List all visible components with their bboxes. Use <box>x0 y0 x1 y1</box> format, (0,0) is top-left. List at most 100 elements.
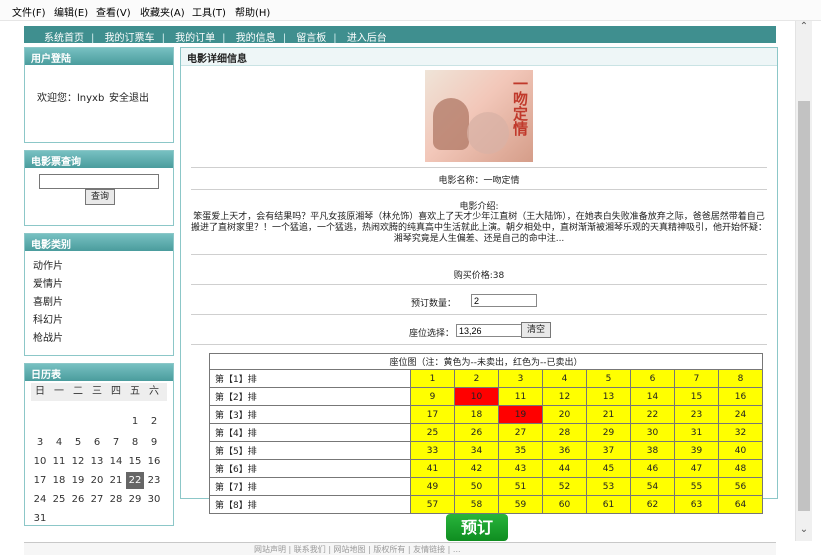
seat-31[interactable]: 31 <box>674 423 719 442</box>
seat-15[interactable]: 15 <box>674 387 719 406</box>
calendar-day[interactable]: 17 <box>31 472 49 489</box>
calendar-day[interactable]: 1 <box>126 413 144 430</box>
nav-cart[interactable]: 我的订票车 <box>105 33 155 44</box>
query-input[interactable] <box>39 174 159 189</box>
menu-favorites[interactable]: 收藏夹(A) <box>140 4 185 19</box>
calendar-day[interactable]: 12 <box>69 453 87 470</box>
menu-file[interactable]: 文件(F) <box>12 4 46 19</box>
seat-46[interactable]: 46 <box>630 459 675 478</box>
seat-3[interactable]: 3 <box>498 369 543 388</box>
seat-36[interactable]: 36 <box>542 441 587 460</box>
seat-51[interactable]: 51 <box>498 477 543 496</box>
seat-16[interactable]: 16 <box>718 387 763 406</box>
seat-60[interactable]: 60 <box>542 495 587 514</box>
seat-61[interactable]: 61 <box>586 495 631 514</box>
seat-8[interactable]: 8 <box>718 369 763 388</box>
calendar-day[interactable]: 21 <box>107 472 125 489</box>
calendar-day[interactable]: 24 <box>31 491 49 508</box>
seat-50[interactable]: 50 <box>454 477 499 496</box>
calendar-day[interactable]: 10 <box>31 453 49 470</box>
calendar-today[interactable]: 22 <box>126 472 144 489</box>
calendar-day[interactable]: 2 <box>145 413 163 430</box>
category-romance[interactable]: 爱情片 <box>33 276 63 294</box>
seat-62[interactable]: 62 <box>630 495 675 514</box>
nav-orders[interactable]: 我的订单 <box>175 33 215 44</box>
seat-55[interactable]: 55 <box>674 477 719 496</box>
category-scifi[interactable]: 科幻片 <box>33 312 63 330</box>
calendar-day[interactable]: 30 <box>145 491 163 508</box>
category-comedy[interactable]: 喜剧片 <box>33 294 63 312</box>
seat-2[interactable]: 2 <box>454 369 499 388</box>
seat-48[interactable]: 48 <box>718 459 763 478</box>
menu-help[interactable]: 帮助(H) <box>235 4 270 19</box>
scroll-thumb[interactable] <box>798 101 810 511</box>
seat-35[interactable]: 35 <box>498 441 543 460</box>
seat-49[interactable]: 49 <box>410 477 455 496</box>
calendar-day[interactable]: 4 <box>50 434 68 451</box>
seat-5[interactable]: 5 <box>586 369 631 388</box>
calendar-day[interactable]: 16 <box>145 453 163 470</box>
seat-57[interactable]: 57 <box>410 495 455 514</box>
calendar-day[interactable]: 31 <box>31 510 49 527</box>
seat-14[interactable]: 14 <box>630 387 675 406</box>
seat-18[interactable]: 18 <box>454 405 499 424</box>
calendar-day[interactable]: 26 <box>69 491 87 508</box>
calendar-day[interactable]: 3 <box>31 434 49 451</box>
seat-53[interactable]: 53 <box>586 477 631 496</box>
seat-38[interactable]: 38 <box>630 441 675 460</box>
seat-23[interactable]: 23 <box>674 405 719 424</box>
seat-28[interactable]: 28 <box>542 423 587 442</box>
seat-52[interactable]: 52 <box>542 477 587 496</box>
seat-56[interactable]: 56 <box>718 477 763 496</box>
menu-tools[interactable]: 工具(T) <box>192 4 226 19</box>
seat-34[interactable]: 34 <box>454 441 499 460</box>
calendar-day[interactable]: 15 <box>126 453 144 470</box>
seat-58[interactable]: 58 <box>454 495 499 514</box>
nav-info[interactable]: 我的信息 <box>236 33 276 44</box>
seat-64[interactable]: 64 <box>718 495 763 514</box>
seat-54[interactable]: 54 <box>630 477 675 496</box>
seat-33[interactable]: 33 <box>410 441 455 460</box>
seat-21[interactable]: 21 <box>586 405 631 424</box>
book-button[interactable]: 预订 <box>446 514 508 541</box>
seat-7[interactable]: 7 <box>674 369 719 388</box>
seat-10-sold[interactable]: 10 <box>454 387 499 406</box>
calendar-day[interactable]: 29 <box>126 491 144 508</box>
seat-19-sold[interactable]: 19 <box>498 405 543 424</box>
seat-13[interactable]: 13 <box>586 387 631 406</box>
calendar-day[interactable]: 9 <box>145 434 163 451</box>
seat-40[interactable]: 40 <box>718 441 763 460</box>
seat-32[interactable]: 32 <box>718 423 763 442</box>
calendar-day[interactable]: 25 <box>50 491 68 508</box>
calendar-day[interactable]: 23 <box>145 472 163 489</box>
seat-37[interactable]: 37 <box>586 441 631 460</box>
seat-43[interactable]: 43 <box>498 459 543 478</box>
seat-22[interactable]: 22 <box>630 405 675 424</box>
seat-26[interactable]: 26 <box>454 423 499 442</box>
query-button[interactable]: 查询 <box>85 189 115 205</box>
calendar-day[interactable]: 14 <box>107 453 125 470</box>
seat-24[interactable]: 24 <box>718 405 763 424</box>
seat-1[interactable]: 1 <box>410 369 455 388</box>
seat-44[interactable]: 44 <box>542 459 587 478</box>
seat-45[interactable]: 45 <box>586 459 631 478</box>
scroll-down-icon[interactable]: ⌄ <box>796 524 812 541</box>
quantity-input[interactable] <box>471 294 537 307</box>
menu-view[interactable]: 查看(V) <box>96 4 131 19</box>
calendar-day[interactable]: 18 <box>50 472 68 489</box>
menu-edit[interactable]: 编辑(E) <box>54 4 88 19</box>
clear-button[interactable]: 清空 <box>521 322 551 338</box>
seat-41[interactable]: 41 <box>410 459 455 478</box>
seat-42[interactable]: 42 <box>454 459 499 478</box>
seat-29[interactable]: 29 <box>586 423 631 442</box>
seat-9[interactable]: 9 <box>410 387 455 406</box>
calendar-day[interactable]: 6 <box>88 434 106 451</box>
seat-25[interactable]: 25 <box>410 423 455 442</box>
calendar-day[interactable]: 27 <box>88 491 106 508</box>
calendar-day[interactable]: 11 <box>50 453 68 470</box>
seat-4[interactable]: 4 <box>542 369 587 388</box>
seat-17[interactable]: 17 <box>410 405 455 424</box>
seat-6[interactable]: 6 <box>630 369 675 388</box>
logout-link[interactable]: 安全退出 <box>109 89 149 104</box>
nav-home[interactable]: 系统首页 <box>44 33 84 44</box>
